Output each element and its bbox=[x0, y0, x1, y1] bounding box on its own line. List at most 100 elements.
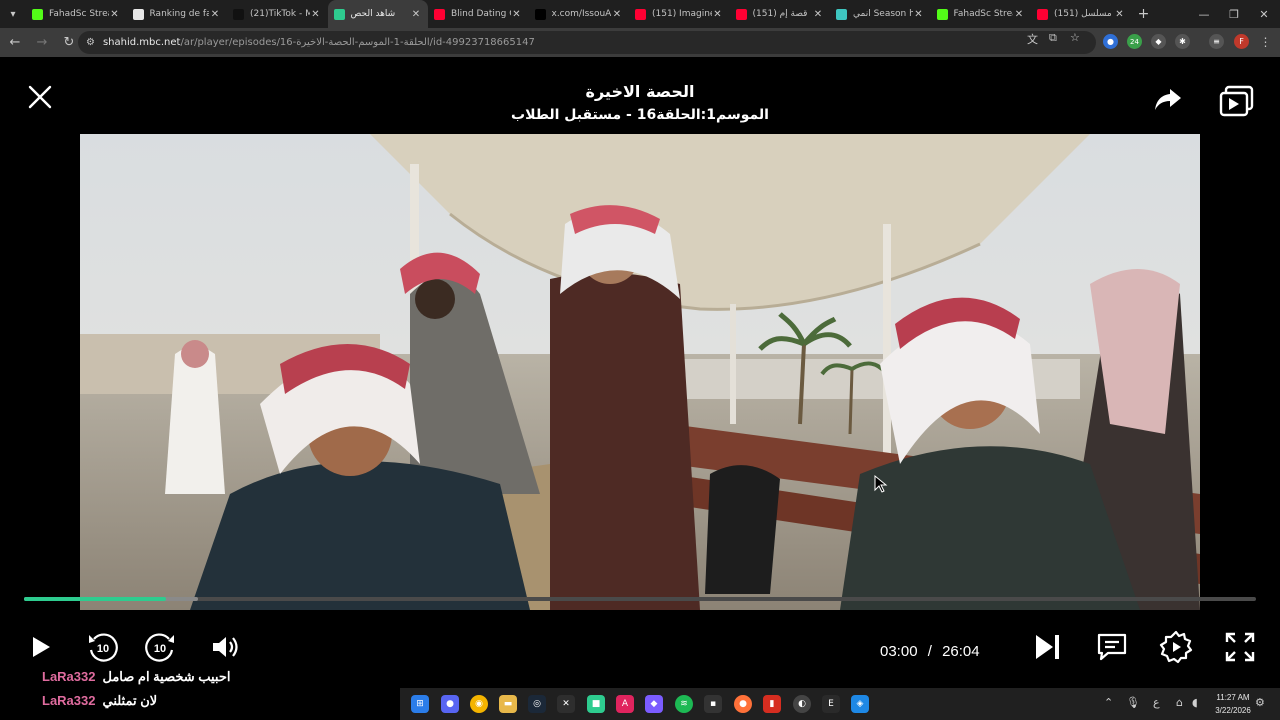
tab-close-icon[interactable]: ✕ bbox=[511, 9, 523, 20]
extension-icon[interactable]: ● bbox=[1103, 34, 1118, 49]
played-progress bbox=[24, 597, 166, 601]
video-frame[interactable] bbox=[80, 134, 1200, 610]
browser-tab[interactable]: شاهد الحص ✕ bbox=[327, 0, 428, 28]
media-app-icon[interactable]: ▪ bbox=[704, 695, 722, 713]
tab-label: (151) Imagine bbox=[652, 9, 712, 19]
tab-label: (151) قصة إم bbox=[752, 9, 808, 19]
profile-avatar[interactable]: F bbox=[1234, 34, 1249, 49]
fullscreen-icon[interactable] bbox=[1223, 630, 1257, 664]
steam-icon[interactable]: ◎ bbox=[528, 695, 546, 713]
language-indicator[interactable]: ع bbox=[1153, 696, 1160, 709]
chat-message: لان تمثلني bbox=[102, 693, 158, 708]
restore-icon[interactable]: ❐ bbox=[1218, 0, 1250, 28]
episode-subtitle: الموسم1:الحلقة16 - مستقبل الطلاب bbox=[511, 107, 769, 123]
adobe-icon[interactable]: A bbox=[616, 695, 634, 713]
browser-tab[interactable]: FahadSc Stream✕ bbox=[26, 0, 127, 28]
install-app-icon[interactable]: ⧉ bbox=[1049, 31, 1057, 45]
minimize-icon[interactable]: — bbox=[1188, 0, 1220, 28]
settings-gear-icon[interactable] bbox=[1159, 630, 1193, 664]
tab-close-icon[interactable]: ✕ bbox=[712, 9, 724, 20]
chat-line-1: LaRa332 احبيب شخصية ام صامل bbox=[42, 669, 231, 685]
youtube-icon bbox=[434, 8, 445, 20]
security-shield-icon[interactable]: ◈ bbox=[851, 695, 869, 713]
windows-taskbar: ⊞ ● ◉ ▬ ◎ ✕ ■ A ◆ ≋ ▪ ● ▮ ◐ E ◈ ⌃ 🎙 ع ⌂ … bbox=[400, 688, 1280, 720]
launcher-icon[interactable]: ◆ bbox=[645, 695, 663, 713]
tab-close-icon[interactable]: ✕ bbox=[109, 9, 121, 20]
subtitles-icon[interactable] bbox=[1095, 630, 1129, 664]
clock-time: 11:27 AM bbox=[1216, 693, 1250, 702]
browser-tab[interactable]: (151) مسلسل ✕ bbox=[1031, 0, 1132, 28]
seek-bar[interactable] bbox=[24, 597, 1256, 601]
app-icon[interactable]: ■ bbox=[587, 695, 605, 713]
spotify-icon[interactable]: ≋ bbox=[675, 695, 693, 713]
address-bar[interactable]: ⚙ shahid.mbc.net /ar/player/episodes/16-… bbox=[78, 31, 1096, 54]
close-window-icon[interactable]: ✕ bbox=[1248, 0, 1280, 28]
forward-seconds-label: 10 bbox=[154, 643, 166, 655]
volume-icon[interactable] bbox=[208, 630, 242, 664]
tab-close-icon[interactable]: ✕ bbox=[611, 9, 623, 20]
browser-menu-icon[interactable]: ⋮ bbox=[1258, 34, 1273, 49]
network-icon[interactable]: ⌂ bbox=[1176, 696, 1183, 709]
bookmark-star-icon[interactable]: ☆ bbox=[1070, 31, 1080, 44]
back-icon[interactable]: ← bbox=[3, 31, 27, 55]
translate-icon[interactable]: 文 bbox=[1027, 31, 1038, 47]
tab-close-icon[interactable]: ✕ bbox=[310, 9, 322, 20]
play-icon[interactable] bbox=[24, 630, 58, 664]
browser-tab[interactable]: x.com/IssouAb ✕ bbox=[529, 0, 630, 28]
browser-tab[interactable]: (21)TikTok - Ma✕ bbox=[227, 0, 328, 28]
extension-badge: 24 bbox=[1130, 37, 1139, 46]
puzzle-extensions-icon[interactable]: ✱ bbox=[1175, 34, 1190, 49]
windows-start-icon[interactable]: ⊞ bbox=[411, 695, 429, 713]
rewind-10-icon[interactable]: 10 bbox=[86, 630, 120, 664]
tab-close-icon[interactable]: ✕ bbox=[209, 9, 221, 20]
microphone-icon[interactable]: 🎙 bbox=[1126, 696, 1140, 709]
url-host: shahid.mbc.net bbox=[102, 37, 181, 48]
tab-close-icon[interactable]: ✕ bbox=[1114, 9, 1126, 20]
media-controls-icon[interactable]: ≡ bbox=[1209, 34, 1224, 49]
profile-letter: F bbox=[1239, 37, 1244, 46]
extension-badge-icon[interactable]: 24 bbox=[1127, 34, 1142, 49]
tab-label: FahadSc Stream bbox=[953, 9, 1014, 19]
clock-date: 3/22/2026 bbox=[1215, 706, 1251, 715]
site-info-icon[interactable]: ⚙ bbox=[86, 37, 95, 48]
tab-label: انمي Season h bbox=[853, 9, 913, 19]
browser-tab[interactable]: انمي Season h ✕ bbox=[830, 0, 931, 28]
share-icon[interactable] bbox=[1154, 85, 1182, 113]
tab-close-icon[interactable]: ✕ bbox=[410, 9, 422, 20]
shield-extension-icon[interactable]: ◆ bbox=[1151, 34, 1166, 49]
speaker-icon[interactable]: ◖ bbox=[1192, 696, 1198, 709]
next-episode-icon[interactable] bbox=[1031, 630, 1065, 664]
browser-tab[interactable]: Ranking de fab✕ bbox=[127, 0, 228, 28]
kick-icon bbox=[936, 8, 948, 20]
tab-close-icon[interactable]: ✕ bbox=[913, 9, 925, 20]
diamond-icon bbox=[132, 8, 144, 20]
obs-icon[interactable]: ◐ bbox=[793, 695, 811, 713]
chat-username: LaRa332 bbox=[42, 669, 96, 684]
office-app-icon[interactable]: ▮ bbox=[763, 695, 781, 713]
browser-tab[interactable]: (151) Imagine ✕ bbox=[629, 0, 730, 28]
chrome-icon[interactable]: ◉ bbox=[470, 695, 488, 713]
discord-icon[interactable]: ● bbox=[441, 695, 459, 713]
browser-tab[interactable]: FahadSc Stream✕ bbox=[931, 0, 1032, 28]
xbox-icon[interactable]: ✕ bbox=[557, 695, 575, 713]
tray-overflow-icon[interactable]: ⌃ bbox=[1104, 696, 1113, 709]
tab-search-icon[interactable]: ▾ bbox=[0, 0, 26, 28]
tab-label: x.com/IssouAb bbox=[551, 9, 612, 19]
cast-icon[interactable] bbox=[1218, 85, 1254, 119]
browser-tab[interactable]: (151) قصة إم ✕ bbox=[730, 0, 831, 28]
epic-games-icon[interactable]: E bbox=[822, 695, 840, 713]
tab-close-icon[interactable]: ✕ bbox=[1013, 9, 1025, 20]
firefox-icon[interactable]: ● bbox=[734, 695, 752, 713]
tab-close-icon[interactable]: ✕ bbox=[812, 9, 824, 20]
tab-label: شاهد الحص bbox=[350, 9, 396, 19]
system-clock[interactable]: 11:27 AM 3/22/2026 bbox=[1208, 691, 1258, 717]
file-explorer-icon[interactable]: ▬ bbox=[499, 695, 517, 713]
forward-10-icon[interactable]: 10 bbox=[143, 630, 177, 664]
rewind-seconds-label: 10 bbox=[97, 643, 109, 655]
forward-icon[interactable]: → bbox=[30, 31, 54, 55]
tabs-container: FahadSc Stream✕Ranking de fab✕(21)TikTok… bbox=[26, 0, 1132, 28]
new-tab-button[interactable]: + bbox=[1132, 6, 1156, 22]
browser-tab[interactable]: Blind Dating G ✕ bbox=[428, 0, 529, 28]
tiktok-icon bbox=[233, 8, 244, 20]
time-display: 03:00 / 26:04 bbox=[880, 643, 980, 660]
